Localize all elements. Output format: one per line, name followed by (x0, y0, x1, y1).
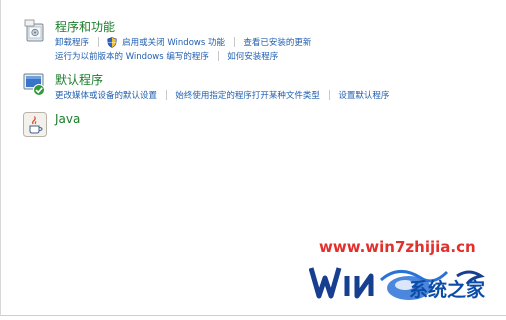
separator (217, 51, 219, 61)
run-older-programs-link[interactable]: 运行为以前版本的 Windows 编写的程序 (55, 50, 209, 62)
defaults-links-row1: 更改媒体或设备的默认设置 始终使用指定的程序打开某种文件类型 设置默认程序 (55, 89, 389, 101)
watermark-brand: 系统之家 (409, 279, 486, 301)
separator (328, 90, 330, 100)
view-installed-updates-link[interactable]: 查看已安装的更新 (243, 36, 311, 48)
separator (97, 37, 99, 47)
default-programs-icon[interactable] (23, 71, 47, 97)
shield-icon (107, 36, 118, 48)
separator (233, 37, 235, 47)
how-to-install-link[interactable]: 如何安装程序 (227, 50, 278, 62)
file-type-association-link[interactable]: 始终使用指定的程序打开某种文件类型 (175, 89, 320, 101)
java-icon[interactable] (23, 112, 47, 138)
uninstall-program-link[interactable]: 卸载程序 (55, 36, 89, 48)
programs-links-row1: 卸载程序 启用或关闭 Windows 功能 查看已安装的更新 (55, 36, 311, 48)
programs-and-features-title[interactable]: 程序和功能 (55, 18, 115, 35)
separator (165, 90, 167, 100)
default-programs-title[interactable]: 默认程序 (55, 71, 103, 88)
watermark-url: www.win7zhijia.cn (319, 238, 476, 256)
programs-links-row2: 运行为以前版本的 Windows 编写的程序 如何安装程序 (55, 50, 278, 62)
change-media-defaults-link[interactable]: 更改媒体或设备的默认设置 (55, 89, 157, 101)
set-default-programs-link[interactable]: 设置默认程序 (338, 89, 389, 101)
java-title[interactable]: Java (55, 112, 80, 126)
programs-features-icon[interactable] (23, 18, 47, 44)
control-panel-window: 程序和功能 卸载程序 启用或关闭 Windows 功能 查看已安装的更新 运行为… (0, 0, 506, 316)
turn-windows-features-link[interactable]: 启用或关闭 Windows 功能 (122, 36, 225, 48)
